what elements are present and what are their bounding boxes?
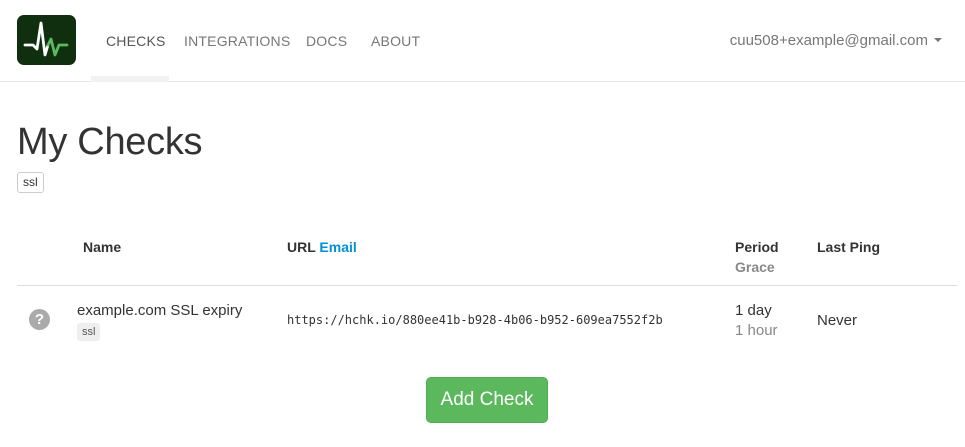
- check-last-ping: Never: [817, 312, 858, 329]
- nav-item-docs[interactable]: DOCS: [306, 0, 347, 82]
- header-grace: Grace: [735, 259, 775, 275]
- navbar: CHECKS INTEGRATIONS DOCS ABOUT cuu508+ex…: [0, 0, 965, 82]
- check-name[interactable]: example.com SSL expiry: [77, 302, 242, 319]
- check-period[interactable]: 1 day: [735, 302, 772, 319]
- check-grace[interactable]: 1 hour: [735, 322, 778, 339]
- user-email: cuu508+example@gmail.com: [729, 32, 928, 49]
- header-url-email: URL Email: [287, 239, 357, 255]
- check-url[interactable]: https://hchk.io/880ee41b-b928-4b06-b952-…: [287, 313, 663, 327]
- page-title: My Checks: [17, 121, 203, 163]
- user-menu[interactable]: cuu508+example@gmail.com: [730, 0, 942, 82]
- nav-item-integrations[interactable]: INTEGRATIONS: [184, 0, 290, 82]
- check-tag: ssl: [77, 323, 101, 341]
- add-check-button[interactable]: Add Check: [426, 377, 548, 423]
- tag-filter-ssl[interactable]: ssl: [17, 172, 44, 193]
- caret-down-icon: [934, 38, 942, 43]
- header-email-link[interactable]: Email: [319, 239, 356, 255]
- header-url[interactable]: URL: [287, 239, 316, 255]
- nav-item-checks[interactable]: CHECKS: [106, 0, 166, 82]
- header-name: Name: [83, 239, 122, 255]
- header-last-ping: Last Ping: [817, 239, 881, 255]
- pulse-logo-icon[interactable]: [17, 15, 76, 65]
- table-header-divider: [17, 285, 957, 286]
- header-period: Period: [735, 239, 779, 255]
- nav-item-about[interactable]: ABOUT: [371, 0, 420, 82]
- question-circle-icon: ?: [29, 309, 50, 330]
- pulse-logo-graphic: [23, 21, 69, 57]
